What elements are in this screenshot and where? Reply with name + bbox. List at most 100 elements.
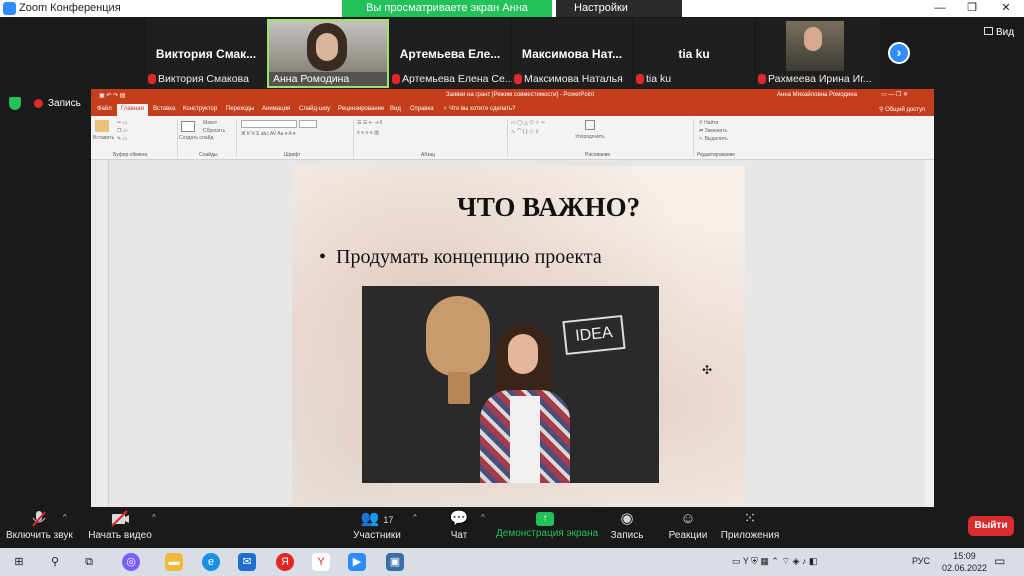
mail-icon[interactable]: ✉ (238, 553, 256, 571)
muted-mic-icon (148, 74, 156, 84)
chat-button[interactable]: 💬 Чат (444, 510, 474, 541)
ribbon-divider (177, 119, 178, 157)
group-clipboard: Буфер обмена (113, 152, 147, 158)
record-button[interactable]: ◉ Запись (608, 510, 646, 541)
ppt-tab-animations[interactable]: Анимация (262, 106, 290, 112)
group-drawing: Рисование (585, 152, 611, 158)
new-slide-label[interactable]: Создать слайд (179, 135, 213, 141)
ppt-tab-view[interactable]: Вид (390, 106, 401, 112)
edge-browser-icon[interactable]: e (202, 553, 220, 571)
view-options-button[interactable]: Настройки просмотра ⌄ (556, 0, 682, 31)
start-video-label: Начать видео (88, 530, 152, 541)
find-button[interactable]: ⚲ Найти (699, 120, 718, 126)
yandex-icon[interactable]: Я (276, 553, 294, 571)
windows-start-icon[interactable]: ⊞ (10, 553, 28, 571)
ppt-tab-file[interactable]: Файл (97, 106, 112, 112)
close-icon[interactable]: ✕ (990, 0, 1022, 17)
font-name-input[interactable] (241, 120, 297, 128)
participant-tile[interactable]: tia ku tia ku (634, 19, 754, 88)
windows-taskbar: ⊞ ⚲ ⧉ ◎ ▬ e ✉ Я Y ▶ ▣ ▭ Y ⛨ ▦ ⌃ ⌔ ◈ ♪ ◧ … (0, 548, 1024, 576)
ppt-vertical-scrollbar[interactable] (925, 160, 934, 507)
reactions-button[interactable]: ☺ Реакции (668, 510, 708, 541)
grid-view-icon (984, 27, 993, 35)
notifications-icon[interactable]: ▭ (994, 554, 1005, 568)
participant-tile[interactable]: Виктория Смак... Виктория Смакова (146, 19, 266, 88)
participants-caret-icon[interactable]: ^ (413, 513, 417, 522)
shapes-gallery-icon[interactable]: ▭ ◯ △ ⬠ ☆ ⇨ (511, 120, 545, 126)
video-options-caret-icon[interactable]: ^ (152, 513, 156, 522)
slide-canvas[interactable]: ЧТО ВАЖНО? • Продумать концепцию проекта … (292, 166, 745, 506)
slide-bullet: • Продумать концепцию проекта (319, 246, 602, 269)
security-shield-icon[interactable] (9, 97, 21, 110)
participant-tile[interactable]: Максимова Нат... Максимова Наталья (512, 19, 632, 88)
ppt-tab-transitions[interactable]: Переходы (226, 106, 254, 112)
leave-meeting-button[interactable]: Выйти (968, 516, 1014, 536)
participants-count: 17 (383, 515, 394, 525)
ppt-share[interactable]: ⚲ Общий доступ (879, 106, 925, 113)
reset-button[interactable]: Сбросить (203, 128, 225, 134)
ppt-tab-slideshow[interactable]: Слайд-шоу (299, 106, 330, 112)
minimize-icon[interactable]: — (924, 0, 956, 17)
ppt-tab-insert[interactable]: Вставка (153, 106, 175, 112)
font-style-icons[interactable]: Ж К Ч S abc AV Aa ▾ A ▾ (241, 131, 295, 137)
list-icons[interactable]: ☰ ☰ ⇤ ⇥ ‖ (357, 120, 382, 126)
new-slide-icon[interactable] (181, 121, 195, 132)
search-icon[interactable]: ⚲ (46, 553, 64, 571)
yandex-browser-icon[interactable]: Y (312, 553, 330, 571)
reactions-label: Реакции (668, 530, 708, 541)
ppt-tab-help[interactable]: Справка (410, 106, 434, 112)
participants-icon: 👥 17 (360, 510, 394, 527)
align-icons[interactable]: ≡ ≡ ≡ ≡ ▥ (357, 130, 379, 136)
chat-caret-icon[interactable]: ^ (481, 513, 485, 522)
share-screen-button[interactable]: ↑ Демонстрация экрана (496, 510, 598, 539)
ppt-save-icon[interactable]: ▣ ↶ ↷ ▤ (99, 92, 125, 99)
arrange-icon[interactable] (585, 120, 595, 130)
restore-icon[interactable]: ❐ (956, 0, 988, 17)
ppt-tab-review[interactable]: Рецензирование (338, 106, 384, 112)
zoom-taskbar-icon[interactable]: ▶ (348, 553, 366, 571)
taskbar-clock[interactable]: 15:09 02.06.2022 (942, 550, 987, 574)
file-explorer-icon[interactable]: ▬ (165, 553, 183, 571)
format-painter-icon[interactable]: ✎ ▭ (117, 136, 127, 142)
app-purple-icon[interactable]: ◎ (122, 553, 140, 571)
replace-button[interactable]: ⇄ Заменить (699, 128, 727, 134)
paste-icon[interactable] (95, 120, 109, 132)
audio-options-caret-icon[interactable]: ^ (63, 513, 67, 522)
ppt-tab-design[interactable]: Конструктор (183, 106, 217, 112)
participant-tile-active-speaker[interactable]: Анна Ромодина (267, 19, 389, 88)
ppt-thumbnail-pane[interactable] (91, 160, 109, 507)
participant-face (316, 33, 338, 61)
next-page-arrow-icon[interactable]: › (888, 42, 910, 64)
font-size-input[interactable] (299, 120, 317, 128)
arrange-label[interactable]: Упорядочить (575, 134, 605, 140)
recording-dot-icon (34, 99, 43, 108)
muted-mic-icon (514, 74, 522, 84)
chat-icon: 💬 (449, 510, 469, 527)
powerpoint-taskbar-icon[interactable]: ▣ (386, 553, 404, 571)
view-label: Вид (996, 27, 1015, 38)
ppt-tell-me[interactable]: ♀ Что вы хотите сделать? (443, 106, 516, 112)
system-tray-icons[interactable]: ▭ Y ⛨ ▦ ⌃ ⌔ ◈ ♪ ◧ (732, 556, 817, 567)
paste-label[interactable]: Вставить (93, 135, 114, 141)
participants-button[interactable]: 👥 17 Участники (350, 510, 404, 541)
ppt-share-label: Общий доступ (885, 107, 926, 113)
layout-button[interactable]: Макет (203, 120, 217, 126)
shapes-gallery-icon-2[interactable]: ∿ ⌒ { } ☆ ⇩ (511, 128, 539, 135)
copy-icon[interactable]: ❐ ▭ (117, 128, 128, 134)
participant-tile[interactable]: Рахмеева Ирина Иг... (756, 19, 880, 88)
replace-label: Заменить (704, 128, 728, 134)
select-button[interactable]: ↖ Выделить (699, 136, 728, 142)
apps-button[interactable]: ⁙ Приложения (720, 510, 780, 541)
ribbon-divider (507, 119, 508, 157)
cut-icon[interactable]: ✂ ▭ (117, 120, 127, 126)
video-off-icon (88, 510, 152, 528)
input-language[interactable]: РУС (912, 556, 930, 566)
task-view-icon[interactable]: ⧉ (80, 553, 98, 571)
view-button[interactable]: Вид (984, 27, 1014, 38)
start-video-button[interactable]: Начать видео (88, 510, 152, 541)
ppt-window-controls-icon[interactable]: ▭ — ❐ ✕ (881, 91, 908, 98)
slide-bullet-text: Продумать концепцию проекта (336, 246, 602, 268)
ppt-tab-home[interactable]: Главная (117, 104, 148, 116)
zoom-logo-icon (3, 2, 16, 15)
participant-tile[interactable]: Артемьева Еле... Артемьева Елена Се... (390, 19, 514, 88)
